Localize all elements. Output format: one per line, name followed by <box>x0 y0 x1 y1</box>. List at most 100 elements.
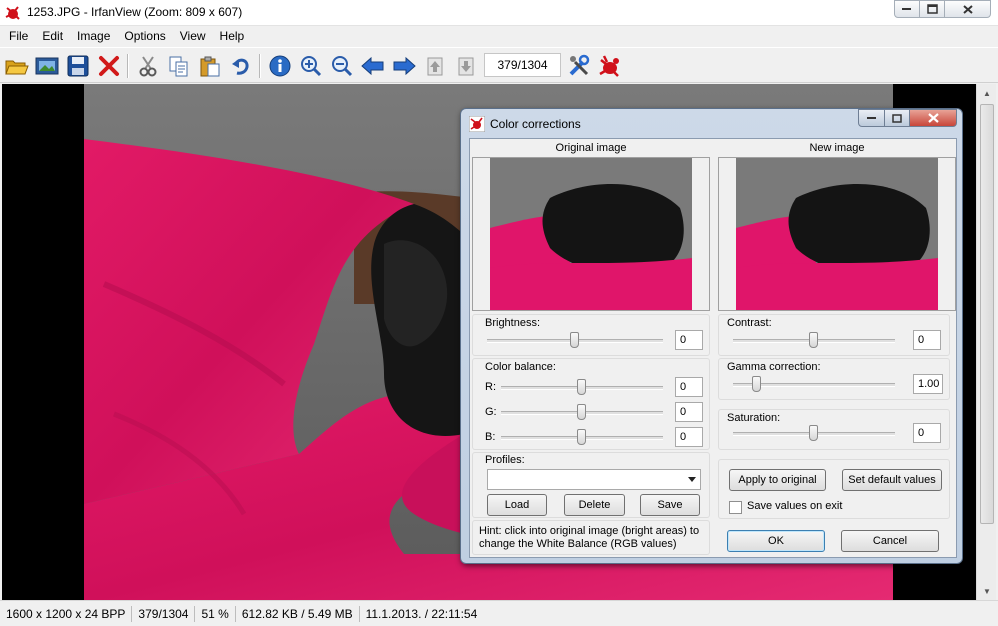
about-button[interactable] <box>596 52 624 80</box>
contrast-group: Contrast: 0 <box>718 314 950 356</box>
info-icon <box>269 55 291 77</box>
next-button[interactable] <box>390 52 418 80</box>
new-image-label: New image <box>809 142 865 154</box>
original-image-preview[interactable] <box>472 157 710 311</box>
open-button[interactable] <box>3 52 31 80</box>
slideshow-button[interactable] <box>33 52 61 80</box>
red-value[interactable]: 0 <box>675 377 703 397</box>
set-default-values-button[interactable]: Set default values <box>842 469 942 491</box>
minimize-button[interactable] <box>894 0 920 18</box>
previous-button[interactable] <box>359 52 387 80</box>
save-profile-button[interactable]: Save <box>640 494 700 516</box>
info-button[interactable] <box>266 52 294 80</box>
menu-bar: File Edit Image Options View Help <box>0 26 998 46</box>
last-file-button[interactable] <box>452 52 480 80</box>
paste-button[interactable] <box>196 52 224 80</box>
profiles-dropdown[interactable] <box>487 469 701 490</box>
save-values-checkbox[interactable] <box>729 501 742 514</box>
delete-profile-button[interactable]: Delete <box>564 494 625 516</box>
gamma-slider-knob[interactable] <box>752 376 762 392</box>
scroll-up-arrow-icon[interactable]: ▲ <box>977 84 997 102</box>
ok-button[interactable]: OK <box>727 530 825 552</box>
irfanview-logo-icon <box>5 6 20 20</box>
contrast-value[interactable]: 0 <box>913 330 941 350</box>
dialog-title: Color corrections <box>490 117 581 131</box>
green-value[interactable]: 0 <box>675 402 703 422</box>
vertical-scrollbar[interactable]: ▲ ▼ <box>976 84 996 600</box>
menu-edit[interactable]: Edit <box>35 26 70 46</box>
status-bar: 1600 x 1200 x 24 BPP 379/1304 51 % 612.8… <box>0 600 998 626</box>
zoom-out-button[interactable] <box>328 52 356 80</box>
gamma-value[interactable]: 1.00 <box>913 374 943 394</box>
contrast-label: Contrast: <box>727 317 772 329</box>
minimize-icon <box>902 8 911 10</box>
delete-icon <box>99 56 119 76</box>
first-file-button[interactable] <box>421 52 449 80</box>
copy-button[interactable] <box>165 52 193 80</box>
brightness-value[interactable]: 0 <box>675 330 703 350</box>
original-thumbnail[interactable] <box>490 158 692 310</box>
dialog-close-button[interactable] <box>909 109 957 127</box>
profiles-group: Profiles: Load Delete Save <box>472 452 710 518</box>
saturation-slider-knob[interactable] <box>809 425 818 441</box>
new-image-preview <box>718 157 956 311</box>
zoom-in-button[interactable] <box>297 52 325 80</box>
brightness-label: Brightness: <box>485 317 541 329</box>
dialog-maximize-button[interactable] <box>884 109 910 127</box>
settings-button[interactable] <box>565 52 593 80</box>
status-dimensions: 1600 x 1200 x 24 BPP <box>0 605 133 622</box>
blue-value[interactable]: 0 <box>675 427 703 447</box>
status-size: 612.82 KB / 5.49 MB <box>236 605 360 622</box>
cut-button[interactable] <box>134 52 162 80</box>
blue-slider-knob[interactable] <box>577 429 586 445</box>
load-profile-button[interactable]: Load <box>487 494 547 516</box>
scrollbar-thumb[interactable] <box>980 104 994 524</box>
apply-to-original-button[interactable]: Apply to original <box>729 469 826 491</box>
file-counter: 379/1304 <box>484 53 561 77</box>
brightness-slider-knob[interactable] <box>570 332 579 348</box>
open-folder-icon <box>5 60 29 75</box>
scroll-down-arrow-icon[interactable]: ▼ <box>977 582 997 600</box>
contrast-slider-knob[interactable] <box>809 332 818 348</box>
close-icon <box>927 113 939 123</box>
undo-icon <box>232 58 249 75</box>
maximize-button[interactable] <box>919 0 945 18</box>
undo-button[interactable] <box>227 52 255 80</box>
irfanview-icon <box>599 55 619 77</box>
close-button[interactable] <box>944 0 991 18</box>
dialog-body: Original image New image Brightness: 0 C… <box>469 138 957 558</box>
menu-help[interactable]: Help <box>213 26 252 46</box>
menu-image[interactable]: Image <box>70 26 117 46</box>
color-balance-label: Color balance: <box>485 361 556 373</box>
last-file-icon <box>458 57 474 76</box>
menu-options[interactable]: Options <box>117 26 172 46</box>
profiles-label: Profiles: <box>485 454 525 466</box>
brightness-group: Brightness: 0 <box>472 314 710 356</box>
window-title: 1253.JPG - IrfanView (Zoom: 809 x 607) <box>27 5 243 19</box>
red-channel-label: R: <box>485 381 496 393</box>
dialog-minimize-button[interactable] <box>858 109 885 127</box>
minimize-icon <box>866 117 876 119</box>
blue-channel-label: B: <box>485 431 496 443</box>
red-slider-knob[interactable] <box>577 379 586 395</box>
irfanview-logo-icon <box>469 116 485 132</box>
saturation-value[interactable]: 0 <box>913 423 941 443</box>
save-icon <box>67 55 89 77</box>
cancel-button[interactable]: Cancel <box>841 530 939 552</box>
new-thumbnail <box>736 158 938 310</box>
menu-view[interactable]: View <box>173 26 213 46</box>
delete-button[interactable] <box>95 52 123 80</box>
save-button[interactable] <box>64 52 92 80</box>
toolbar-separator <box>259 54 261 78</box>
toolbar: 379/1304 <box>0 47 998 83</box>
next-icon <box>393 56 416 76</box>
zoom-in-icon <box>301 56 322 77</box>
settings-icon <box>569 54 590 76</box>
status-zoom: 51 % <box>195 605 236 622</box>
maximize-icon <box>892 113 902 123</box>
green-slider-knob[interactable] <box>577 404 586 420</box>
copy-icon <box>169 56 188 77</box>
dropdown-arrow-icon <box>688 477 696 482</box>
status-datetime: 11.1.2013. / 22:11:54 <box>365 606 478 621</box>
menu-file[interactable]: File <box>2 26 35 46</box>
